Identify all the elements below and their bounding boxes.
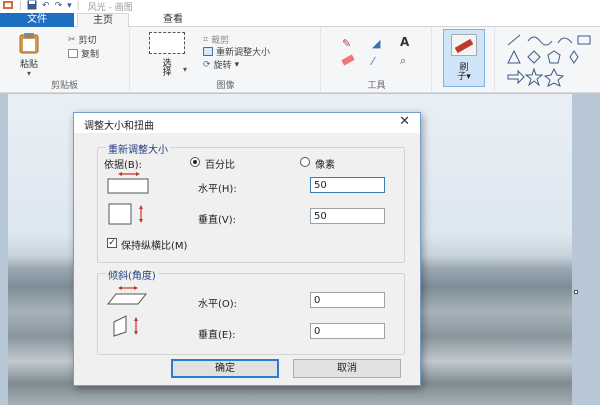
copy-label: 复制: [81, 50, 100, 60]
resize-label: 重新调整大小: [216, 48, 271, 58]
select-dropdown-arrow[interactable]: ▾: [183, 65, 187, 74]
text-icon[interactable]: A: [400, 35, 409, 49]
skew-vertical-label: 垂直(E):: [198, 330, 236, 341]
skew-horizontal-label: 水平(O):: [198, 299, 238, 310]
percent-label: 百分比: [205, 160, 235, 171]
by-label: 依据(B):: [104, 160, 143, 171]
pixels-radio[interactable]: [300, 157, 310, 167]
canvas-resize-handle[interactable]: [574, 290, 578, 294]
resize-icon: [203, 47, 213, 56]
vertical-skew-icon: [113, 315, 138, 337]
select-rectangle-icon: [149, 32, 185, 54]
clipboard-group-label: 剪贴板: [50, 81, 78, 91]
tab-home[interactable]: 主页: [77, 13, 129, 28]
ribbon-tabs: 文件 主页 查看: [0, 13, 600, 28]
pencil-icon[interactable]: ✎: [342, 37, 351, 50]
resize-horizontal-label: 水平(H):: [198, 184, 237, 195]
resize-horizontal-input[interactable]: [310, 177, 385, 193]
color-picker-icon[interactable]: ⁄: [372, 55, 374, 68]
rotate-dropdown-arrow[interactable]: ▾: [235, 60, 240, 70]
skew-section-legend: 倾斜(角度): [106, 267, 158, 282]
paint-icon[interactable]: [2, 0, 14, 14]
brushes-button[interactable]: 刷 子▾: [443, 29, 485, 87]
vertical-resize-icon: [108, 203, 143, 225]
resize-button[interactable]: 重新调整大小: [203, 45, 270, 58]
pixels-label: 像素: [315, 160, 335, 171]
resize-section-legend: 重新调整大小: [106, 141, 170, 156]
skew-vertical-input[interactable]: [310, 323, 385, 339]
window-title: 风光 - 画图: [87, 3, 133, 13]
clipboard-icon: [19, 33, 39, 54]
title-bar: | ↶ ↷ ▾ | 风光 - 画图: [0, 0, 600, 13]
save-icon[interactable]: [27, 0, 37, 14]
scissors-icon: ✂: [68, 34, 76, 45]
paste-dropdown-arrow[interactable]: ▾: [14, 70, 44, 78]
shapes-group: [496, 27, 600, 93]
cut-label: 剪切: [78, 36, 97, 46]
image-group: 选 择 ▾ ⌗ 裁剪 重新调整大小 ⟳ 旋转 ▾ 图像: [131, 27, 321, 93]
tab-file[interactable]: 文件: [0, 13, 74, 27]
qat-separator: |: [19, 1, 23, 11]
brush-icon: [451, 34, 477, 56]
copy-icon: [68, 49, 78, 58]
resize-vertical-label: 垂直(V):: [198, 215, 237, 226]
cancel-button[interactable]: 取消: [293, 359, 401, 378]
quick-access-toolbar: | ↶ ↷ ▾ |: [0, 0, 80, 13]
horizontal-skew-icon: [106, 286, 148, 305]
rotate-label: 旋转: [213, 61, 232, 71]
skew-horizontal-input[interactable]: [310, 292, 385, 308]
fill-bucket-icon[interactable]: ◢: [372, 37, 380, 50]
select-button[interactable]: 选 择: [147, 32, 187, 78]
cut-button[interactable]: ✂ 剪切: [68, 33, 97, 47]
skew-section: 倾斜(角度) 水平(O): 垂直(E):: [97, 267, 405, 355]
shapes-gallery[interactable]: [500, 31, 600, 91]
dialog-body: 重新调整大小 依据(B): 百分比 像素 水平(H): 垂直(V: [74, 133, 420, 385]
copy-button[interactable]: 复制: [68, 47, 99, 60]
tools-group: ✎ ◢ A ⁄ ⌕ 工具: [322, 27, 432, 93]
dialog-title: 调整大小和扭曲: [84, 121, 154, 132]
resize-skew-dialog: 调整大小和扭曲 ✕ 重新调整大小 依据(B): 百分比 像素 水平(H): 50…: [73, 112, 421, 386]
ribbon: 粘贴 ▾ ✂ 剪切 复制 剪贴板 选 择 ▾ ⌗ 裁剪 重新调整大小 ⟳ 旋转 …: [0, 27, 600, 93]
clipboard-group: 粘贴 ▾ ✂ 剪切 复制 剪贴板: [0, 27, 130, 93]
tools-group-label: 工具: [367, 81, 386, 91]
keep-ratio-label: 保持纵横比(M): [121, 241, 188, 252]
rotate-icon: ⟳: [203, 59, 211, 70]
eraser-icon[interactable]: [341, 54, 355, 66]
resize-vertical-input[interactable]: [310, 208, 385, 224]
redo-icon[interactable]: ↷: [55, 1, 63, 12]
tab-view[interactable]: 查看: [148, 13, 198, 27]
dropdown-icon[interactable]: ▾: [67, 1, 72, 12]
ok-button[interactable]: 确定: [171, 359, 279, 378]
close-icon[interactable]: ✕: [399, 114, 410, 129]
resize-section: 重新调整大小 依据(B): 百分比 像素 水平(H): 垂直(V: [97, 141, 405, 263]
undo-icon[interactable]: ↶: [42, 1, 50, 12]
keep-ratio-checkbox[interactable]: ✓: [107, 238, 117, 248]
paste-button[interactable]: 粘贴 ▾: [14, 32, 44, 78]
magnifier-icon[interactable]: ⌕: [400, 54, 406, 68]
percent-radio[interactable]: [190, 157, 200, 167]
crop-icon: ⌗: [203, 34, 209, 45]
horizontal-resize-icon: [107, 172, 149, 194]
select-label-line2: 择: [162, 68, 172, 78]
brushes-label-line2: 子▾: [457, 72, 471, 82]
brushes-group: 刷 子▾: [433, 27, 495, 93]
qat-separator: |: [76, 1, 80, 11]
rotate-button[interactable]: ⟳ 旋转 ▾: [203, 58, 240, 72]
image-group-label: 图像: [216, 81, 235, 91]
